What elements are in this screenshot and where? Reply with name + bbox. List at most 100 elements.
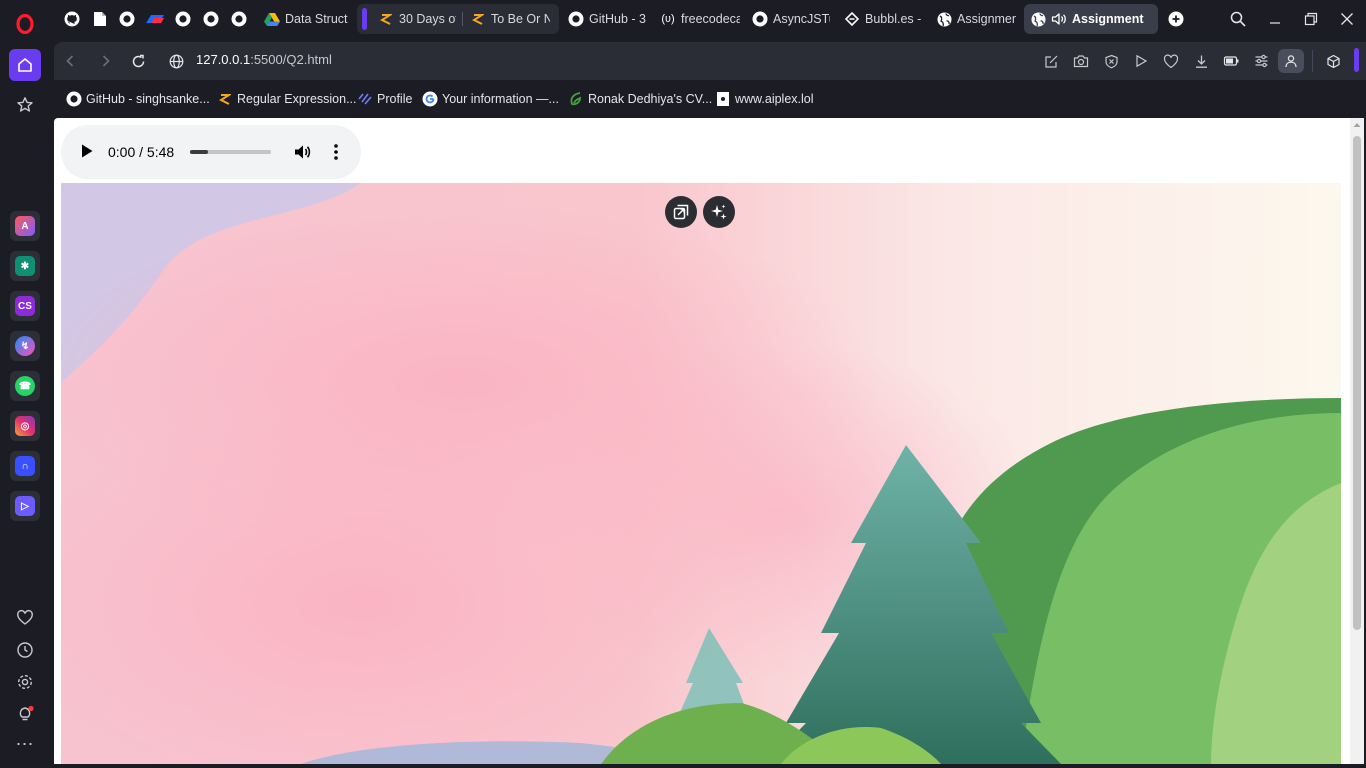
tab-assignment-active[interactable]: Assignment	[1024, 4, 1158, 34]
star-icon[interactable]	[9, 89, 41, 121]
audio-seek-bar[interactable]	[190, 150, 271, 154]
cs-app-icon[interactable]: CS	[10, 291, 40, 321]
instagram-icon[interactable]: ◎	[10, 411, 40, 441]
tab-assignment[interactable]: Assignment	[930, 4, 1022, 34]
home-icon[interactable]	[9, 49, 41, 81]
bubbles-icon	[844, 11, 860, 27]
heart-icon[interactable]	[9, 602, 41, 634]
tab-asyncjstutorial[interactable]: AsyncJSTuto	[746, 4, 836, 34]
picture-in-picture-icon[interactable]	[665, 196, 697, 228]
bookmark-label: Ronak Dedhiya's CV...	[588, 91, 713, 106]
page-viewport: 0:00 / 5:48	[54, 118, 1364, 764]
address-bar[interactable]: 127.0.0.1:5500/Q2.html	[196, 52, 332, 67]
forward-arrow-icon[interactable]	[96, 51, 116, 71]
opera-logo-icon[interactable]	[9, 8, 41, 40]
bookmark-aiplex[interactable]: www.aiplex.lol	[715, 90, 814, 107]
edit-share-icon[interactable]	[1041, 51, 1061, 71]
codecademy-icon	[470, 11, 486, 27]
back-arrow-icon[interactable]	[60, 51, 80, 71]
address-path: :5500/Q2.html	[250, 52, 332, 67]
more-options-icon[interactable]: ⋯	[9, 728, 41, 760]
tab-to-be-or-not[interactable]: To Be Or No	[464, 4, 556, 34]
github-icon	[568, 11, 584, 27]
pinned-github-icon[interactable]	[201, 9, 221, 29]
address-host: 127.0.0.1	[196, 52, 251, 67]
tab-bubbles[interactable]: Bubbl.es - J	[838, 4, 928, 34]
tab-freecodecamp[interactable]: (ʋ) freecodecan	[654, 4, 746, 34]
codecademy-icon	[217, 91, 233, 107]
profile-avatar-icon[interactable]	[1278, 49, 1304, 73]
globe-icon	[936, 11, 952, 27]
bookmark-regular-expression[interactable]: Regular Expression...	[217, 90, 357, 107]
bookmark-github[interactable]: GitHub - singhsanke...	[66, 90, 210, 107]
new-tab-plus-icon[interactable]	[1166, 9, 1186, 29]
toolbar-divider	[1312, 50, 1313, 72]
tab-group-color-indicator[interactable]	[362, 8, 367, 30]
snapshot-camera-icon[interactable]	[1071, 51, 1091, 71]
settings-gear-icon[interactable]	[9, 666, 41, 698]
audio-time: 0:00 / 5:48	[108, 144, 175, 160]
ai-sparkle-icon[interactable]	[703, 196, 735, 228]
tab-github-31[interactable]: GitHub - 31	[562, 4, 652, 34]
video-image	[61, 183, 1341, 764]
scrollbar-thumb[interactable]	[1353, 136, 1361, 630]
google-drive-icon	[264, 11, 280, 27]
bookmark-label: GitHub - singhsanke...	[86, 91, 210, 106]
reload-icon[interactable]	[128, 51, 148, 71]
minimize-window-icon[interactable]	[1265, 9, 1285, 29]
download-icon[interactable]	[1191, 51, 1211, 71]
tab-label: Data Structu	[285, 12, 348, 26]
search-tabs-icon[interactable]	[1228, 9, 1248, 29]
page-icon	[715, 91, 731, 107]
audio-more-options-icon[interactable]	[333, 143, 339, 166]
pinned-tab-icon[interactable]	[145, 9, 165, 29]
pinned-github-icon[interactable]	[173, 9, 193, 29]
messenger-icon[interactable]: ↯	[10, 331, 40, 361]
tab-30-days-of-js[interactable]: 30 Days of J	[372, 4, 462, 34]
bookmark-label: Your information —...	[442, 91, 559, 106]
bookmark-your-information[interactable]: Your information —...	[422, 90, 559, 107]
scroll-up-arrow-icon[interactable]	[1353, 122, 1361, 128]
github-icon	[66, 91, 82, 107]
speaker-audio-icon[interactable]	[1051, 11, 1067, 27]
aria-ai-icon[interactable]: A	[10, 211, 40, 241]
pinned-document-icon[interactable]	[90, 9, 110, 29]
volume-icon[interactable]	[293, 143, 311, 166]
tab-data-structures[interactable]: Data Structu	[258, 4, 354, 34]
easy-setup-sliders-icon[interactable]	[1251, 51, 1271, 71]
bookmarks-bar: GitHub - singhsanke... Regular Expressio…	[54, 82, 1366, 114]
video-frame[interactable]	[61, 183, 1341, 764]
music-player-icon[interactable]: ∩	[10, 451, 40, 481]
pinned-github-icon[interactable]	[62, 9, 82, 29]
tab-strip: Data Structu 30 Days of J To Be Or No Gi…	[50, 0, 1366, 38]
player-icon[interactable]: ▷	[10, 491, 40, 521]
bookmark-profile[interactable]: Profile	[357, 90, 412, 107]
site-info-globe-icon[interactable]	[166, 51, 186, 71]
restore-window-icon[interactable]	[1301, 9, 1321, 29]
sidebar-panel-toggle[interactable]	[1354, 48, 1359, 72]
chatgpt-icon[interactable]: ✱	[10, 251, 40, 281]
play-button-icon[interactable]	[80, 143, 94, 164]
tab-label: GitHub - 31	[589, 12, 646, 26]
adblock-shield-icon[interactable]	[1101, 51, 1121, 71]
audio-player: 0:00 / 5:48	[61, 125, 361, 179]
close-window-icon[interactable]	[1337, 9, 1357, 29]
pinned-github-icon[interactable]	[117, 9, 137, 29]
bookmark-ronak-cv[interactable]: Ronak Dedhiya's CV...	[568, 90, 712, 107]
page-scrollbar[interactable]	[1350, 118, 1364, 764]
tab-label: 30 Days of J	[399, 12, 456, 26]
history-icon[interactable]	[9, 634, 41, 666]
navigation-toolbar: 127.0.0.1:5500/Q2.html	[54, 42, 1366, 80]
pinned-github-icon[interactable]	[229, 9, 249, 29]
bookmark-label: Regular Expression...	[237, 91, 357, 106]
battery-saver-icon[interactable]	[1221, 51, 1241, 71]
tab-label: Assignment	[1072, 12, 1144, 26]
extensions-cube-icon[interactable]	[1323, 51, 1343, 71]
tips-lightbulb-icon[interactable]	[9, 698, 41, 730]
tab-label: freecodecan	[681, 12, 740, 26]
github-icon	[752, 11, 768, 27]
freecodecamp-icon: (ʋ)	[661, 13, 675, 25]
whatsapp-icon[interactable]: ☎	[10, 371, 40, 401]
play-icon[interactable]	[1131, 51, 1151, 71]
bookmark-heart-icon[interactable]	[1161, 51, 1181, 71]
